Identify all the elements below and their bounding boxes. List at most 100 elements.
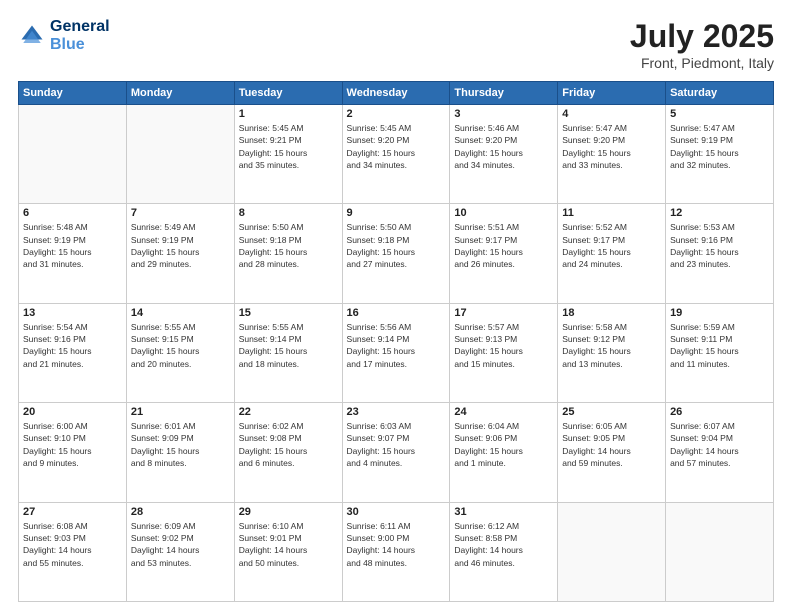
day-info: Sunrise: 5:53 AM Sunset: 9:16 PM Dayligh… bbox=[670, 221, 769, 270]
day-info: Sunrise: 6:07 AM Sunset: 9:04 PM Dayligh… bbox=[670, 420, 769, 469]
day-info: Sunrise: 5:50 AM Sunset: 9:18 PM Dayligh… bbox=[347, 221, 446, 270]
calendar-day-cell: 1Sunrise: 5:45 AM Sunset: 9:21 PM Daylig… bbox=[234, 105, 342, 204]
calendar-day-cell bbox=[126, 105, 234, 204]
day-number: 31 bbox=[454, 506, 553, 518]
calendar-day-cell: 12 Sunrise: 5:53 AM Sunset: 9:16 PM Dayli… bbox=[666, 204, 774, 303]
day-info: Sunrise: 6:01 AM Sunset: 9:09 PM Dayligh… bbox=[131, 420, 230, 469]
day-info: Sunrise: 5:51 AM Sunset: 9:17 PM Dayligh… bbox=[454, 221, 553, 270]
calendar-body: 1Sunrise: 5:45 AM Sunset: 9:21 PM Daylig… bbox=[19, 105, 774, 602]
day-info: Sunrise: 5:57 AM Sunset: 9:13 PM Dayligh… bbox=[454, 321, 553, 370]
calendar-title: July 2025 bbox=[630, 18, 774, 55]
day-number: 29 bbox=[239, 506, 338, 518]
calendar-week-row: 6 Sunrise: 5:48 AM Sunset: 9:19 PM Daylig… bbox=[19, 204, 774, 303]
day-number: 18 bbox=[562, 307, 661, 319]
logo-line1: General bbox=[50, 18, 110, 36]
day-number: 13 bbox=[23, 307, 122, 319]
day-info: Sunrise: 5:54 AM Sunset: 9:16 PM Dayligh… bbox=[23, 321, 122, 370]
calendar-day-cell: 6 Sunrise: 5:48 AM Sunset: 9:19 PM Daylig… bbox=[19, 204, 127, 303]
day-number: 9 bbox=[347, 207, 446, 219]
calendar-day-cell: 15 Sunrise: 5:55 AM Sunset: 9:14 PM Dayli… bbox=[234, 303, 342, 402]
calendar-day-cell: 26Sunrise: 6:07 AM Sunset: 9:04 PM Dayli… bbox=[666, 403, 774, 502]
day-info: Sunrise: 5:46 AM Sunset: 9:20 PM Dayligh… bbox=[454, 122, 553, 171]
calendar-day-cell: 2Sunrise: 5:45 AM Sunset: 9:20 PM Daylig… bbox=[342, 105, 450, 204]
calendar-day-cell: 14 Sunrise: 5:55 AM Sunset: 9:15 PM Dayli… bbox=[126, 303, 234, 402]
logo-line2: Blue bbox=[50, 36, 110, 54]
weekday-header-cell: Saturday bbox=[666, 82, 774, 105]
calendar-day-cell: 13 Sunrise: 5:54 AM Sunset: 9:16 PM Dayli… bbox=[19, 303, 127, 402]
day-number: 15 bbox=[239, 307, 338, 319]
day-number: 23 bbox=[347, 406, 446, 418]
day-info: Sunrise: 5:48 AM Sunset: 9:19 PM Dayligh… bbox=[23, 221, 122, 270]
day-info: Sunrise: 6:10 AM Sunset: 9:01 PM Dayligh… bbox=[239, 520, 338, 569]
calendar-day-cell: 27 Sunrise: 6:08 AM Sunset: 9:03 PM Dayli… bbox=[19, 502, 127, 601]
calendar-day-cell: 4 Sunrise: 5:47 AM Sunset: 9:20 PM Daylig… bbox=[558, 105, 666, 204]
day-info: Sunrise: 6:03 AM Sunset: 9:07 PM Dayligh… bbox=[347, 420, 446, 469]
day-info: Sunrise: 6:02 AM Sunset: 9:08 PM Dayligh… bbox=[239, 420, 338, 469]
calendar-day-cell: 7 Sunrise: 5:49 AM Sunset: 9:19 PM Daylig… bbox=[126, 204, 234, 303]
day-number: 2 bbox=[347, 108, 446, 120]
calendar-day-cell: 18Sunrise: 5:58 AM Sunset: 9:12 PM Dayli… bbox=[558, 303, 666, 402]
calendar-week-row: 20Sunrise: 6:00 AM Sunset: 9:10 PM Dayli… bbox=[19, 403, 774, 502]
calendar-day-cell: 10 Sunrise: 5:51 AM Sunset: 9:17 PM Dayli… bbox=[450, 204, 558, 303]
day-number: 5 bbox=[670, 108, 769, 120]
day-info: Sunrise: 5:49 AM Sunset: 9:19 PM Dayligh… bbox=[131, 221, 230, 270]
day-number: 11 bbox=[562, 207, 661, 219]
day-number: 16 bbox=[347, 307, 446, 319]
weekday-header-cell: Monday bbox=[126, 82, 234, 105]
weekday-header-cell: Friday bbox=[558, 82, 666, 105]
day-number: 24 bbox=[454, 406, 553, 418]
day-info: Sunrise: 6:09 AM Sunset: 9:02 PM Dayligh… bbox=[131, 520, 230, 569]
calendar-day-cell: 8 Sunrise: 5:50 AM Sunset: 9:18 PM Daylig… bbox=[234, 204, 342, 303]
day-info: Sunrise: 6:05 AM Sunset: 9:05 PM Dayligh… bbox=[562, 420, 661, 469]
calendar-day-cell: 22 Sunrise: 6:02 AM Sunset: 9:08 PM Dayli… bbox=[234, 403, 342, 502]
header: General Blue July 2025 Front, Piedmont, … bbox=[18, 18, 774, 71]
weekday-header-cell: Tuesday bbox=[234, 82, 342, 105]
logo: General Blue bbox=[18, 18, 110, 53]
day-number: 8 bbox=[239, 207, 338, 219]
day-info: Sunrise: 6:08 AM Sunset: 9:03 PM Dayligh… bbox=[23, 520, 122, 569]
calendar-day-cell: 28 Sunrise: 6:09 AM Sunset: 9:02 PM Dayli… bbox=[126, 502, 234, 601]
day-info: Sunrise: 5:55 AM Sunset: 9:15 PM Dayligh… bbox=[131, 321, 230, 370]
day-number: 14 bbox=[131, 307, 230, 319]
calendar-day-cell: 31Sunrise: 6:12 AM Sunset: 8:58 PM Dayli… bbox=[450, 502, 558, 601]
day-number: 4 bbox=[562, 108, 661, 120]
day-info: Sunrise: 5:47 AM Sunset: 9:19 PM Dayligh… bbox=[670, 122, 769, 171]
calendar-day-cell: 24 Sunrise: 6:04 AM Sunset: 9:06 PM Dayli… bbox=[450, 403, 558, 502]
calendar-day-cell: 30Sunrise: 6:11 AM Sunset: 9:00 PM Dayli… bbox=[342, 502, 450, 601]
calendar-day-cell: 23 Sunrise: 6:03 AM Sunset: 9:07 PM Dayli… bbox=[342, 403, 450, 502]
day-number: 7 bbox=[131, 207, 230, 219]
weekday-header-cell: Sunday bbox=[19, 82, 127, 105]
day-number: 28 bbox=[131, 506, 230, 518]
day-number: 1 bbox=[239, 108, 338, 120]
calendar-day-cell bbox=[558, 502, 666, 601]
calendar-day-cell: 3 Sunrise: 5:46 AM Sunset: 9:20 PM Daylig… bbox=[450, 105, 558, 204]
day-number: 22 bbox=[239, 406, 338, 418]
day-info: Sunrise: 5:59 AM Sunset: 9:11 PM Dayligh… bbox=[670, 321, 769, 370]
calendar-week-row: 27 Sunrise: 6:08 AM Sunset: 9:03 PM Dayli… bbox=[19, 502, 774, 601]
day-number: 27 bbox=[23, 506, 122, 518]
calendar-day-cell bbox=[19, 105, 127, 204]
day-info: Sunrise: 5:50 AM Sunset: 9:18 PM Dayligh… bbox=[239, 221, 338, 270]
calendar-week-row: 13 Sunrise: 5:54 AM Sunset: 9:16 PM Dayli… bbox=[19, 303, 774, 402]
day-number: 17 bbox=[454, 307, 553, 319]
day-info: Sunrise: 5:56 AM Sunset: 9:14 PM Dayligh… bbox=[347, 321, 446, 370]
day-number: 21 bbox=[131, 406, 230, 418]
day-number: 30 bbox=[347, 506, 446, 518]
day-number: 12 bbox=[670, 207, 769, 219]
day-number: 3 bbox=[454, 108, 553, 120]
day-info: Sunrise: 5:55 AM Sunset: 9:14 PM Dayligh… bbox=[239, 321, 338, 370]
calendar-day-cell: 11 Sunrise: 5:52 AM Sunset: 9:17 PM Dayli… bbox=[558, 204, 666, 303]
day-info: Sunrise: 5:52 AM Sunset: 9:17 PM Dayligh… bbox=[562, 221, 661, 270]
day-number: 6 bbox=[23, 207, 122, 219]
calendar-day-cell: 20Sunrise: 6:00 AM Sunset: 9:10 PM Dayli… bbox=[19, 403, 127, 502]
day-info: Sunrise: 6:04 AM Sunset: 9:06 PM Dayligh… bbox=[454, 420, 553, 469]
calendar-day-cell: 19Sunrise: 5:59 AM Sunset: 9:11 PM Dayli… bbox=[666, 303, 774, 402]
weekday-header-row: SundayMondayTuesdayWednesdayThursdayFrid… bbox=[19, 82, 774, 105]
logo-icon bbox=[18, 22, 46, 50]
day-number: 25 bbox=[562, 406, 661, 418]
day-number: 10 bbox=[454, 207, 553, 219]
calendar-day-cell: 5 Sunrise: 5:47 AM Sunset: 9:19 PM Daylig… bbox=[666, 105, 774, 204]
calendar-day-cell: 9 Sunrise: 5:50 AM Sunset: 9:18 PM Daylig… bbox=[342, 204, 450, 303]
day-info: Sunrise: 5:47 AM Sunset: 9:20 PM Dayligh… bbox=[562, 122, 661, 171]
day-number: 20 bbox=[23, 406, 122, 418]
